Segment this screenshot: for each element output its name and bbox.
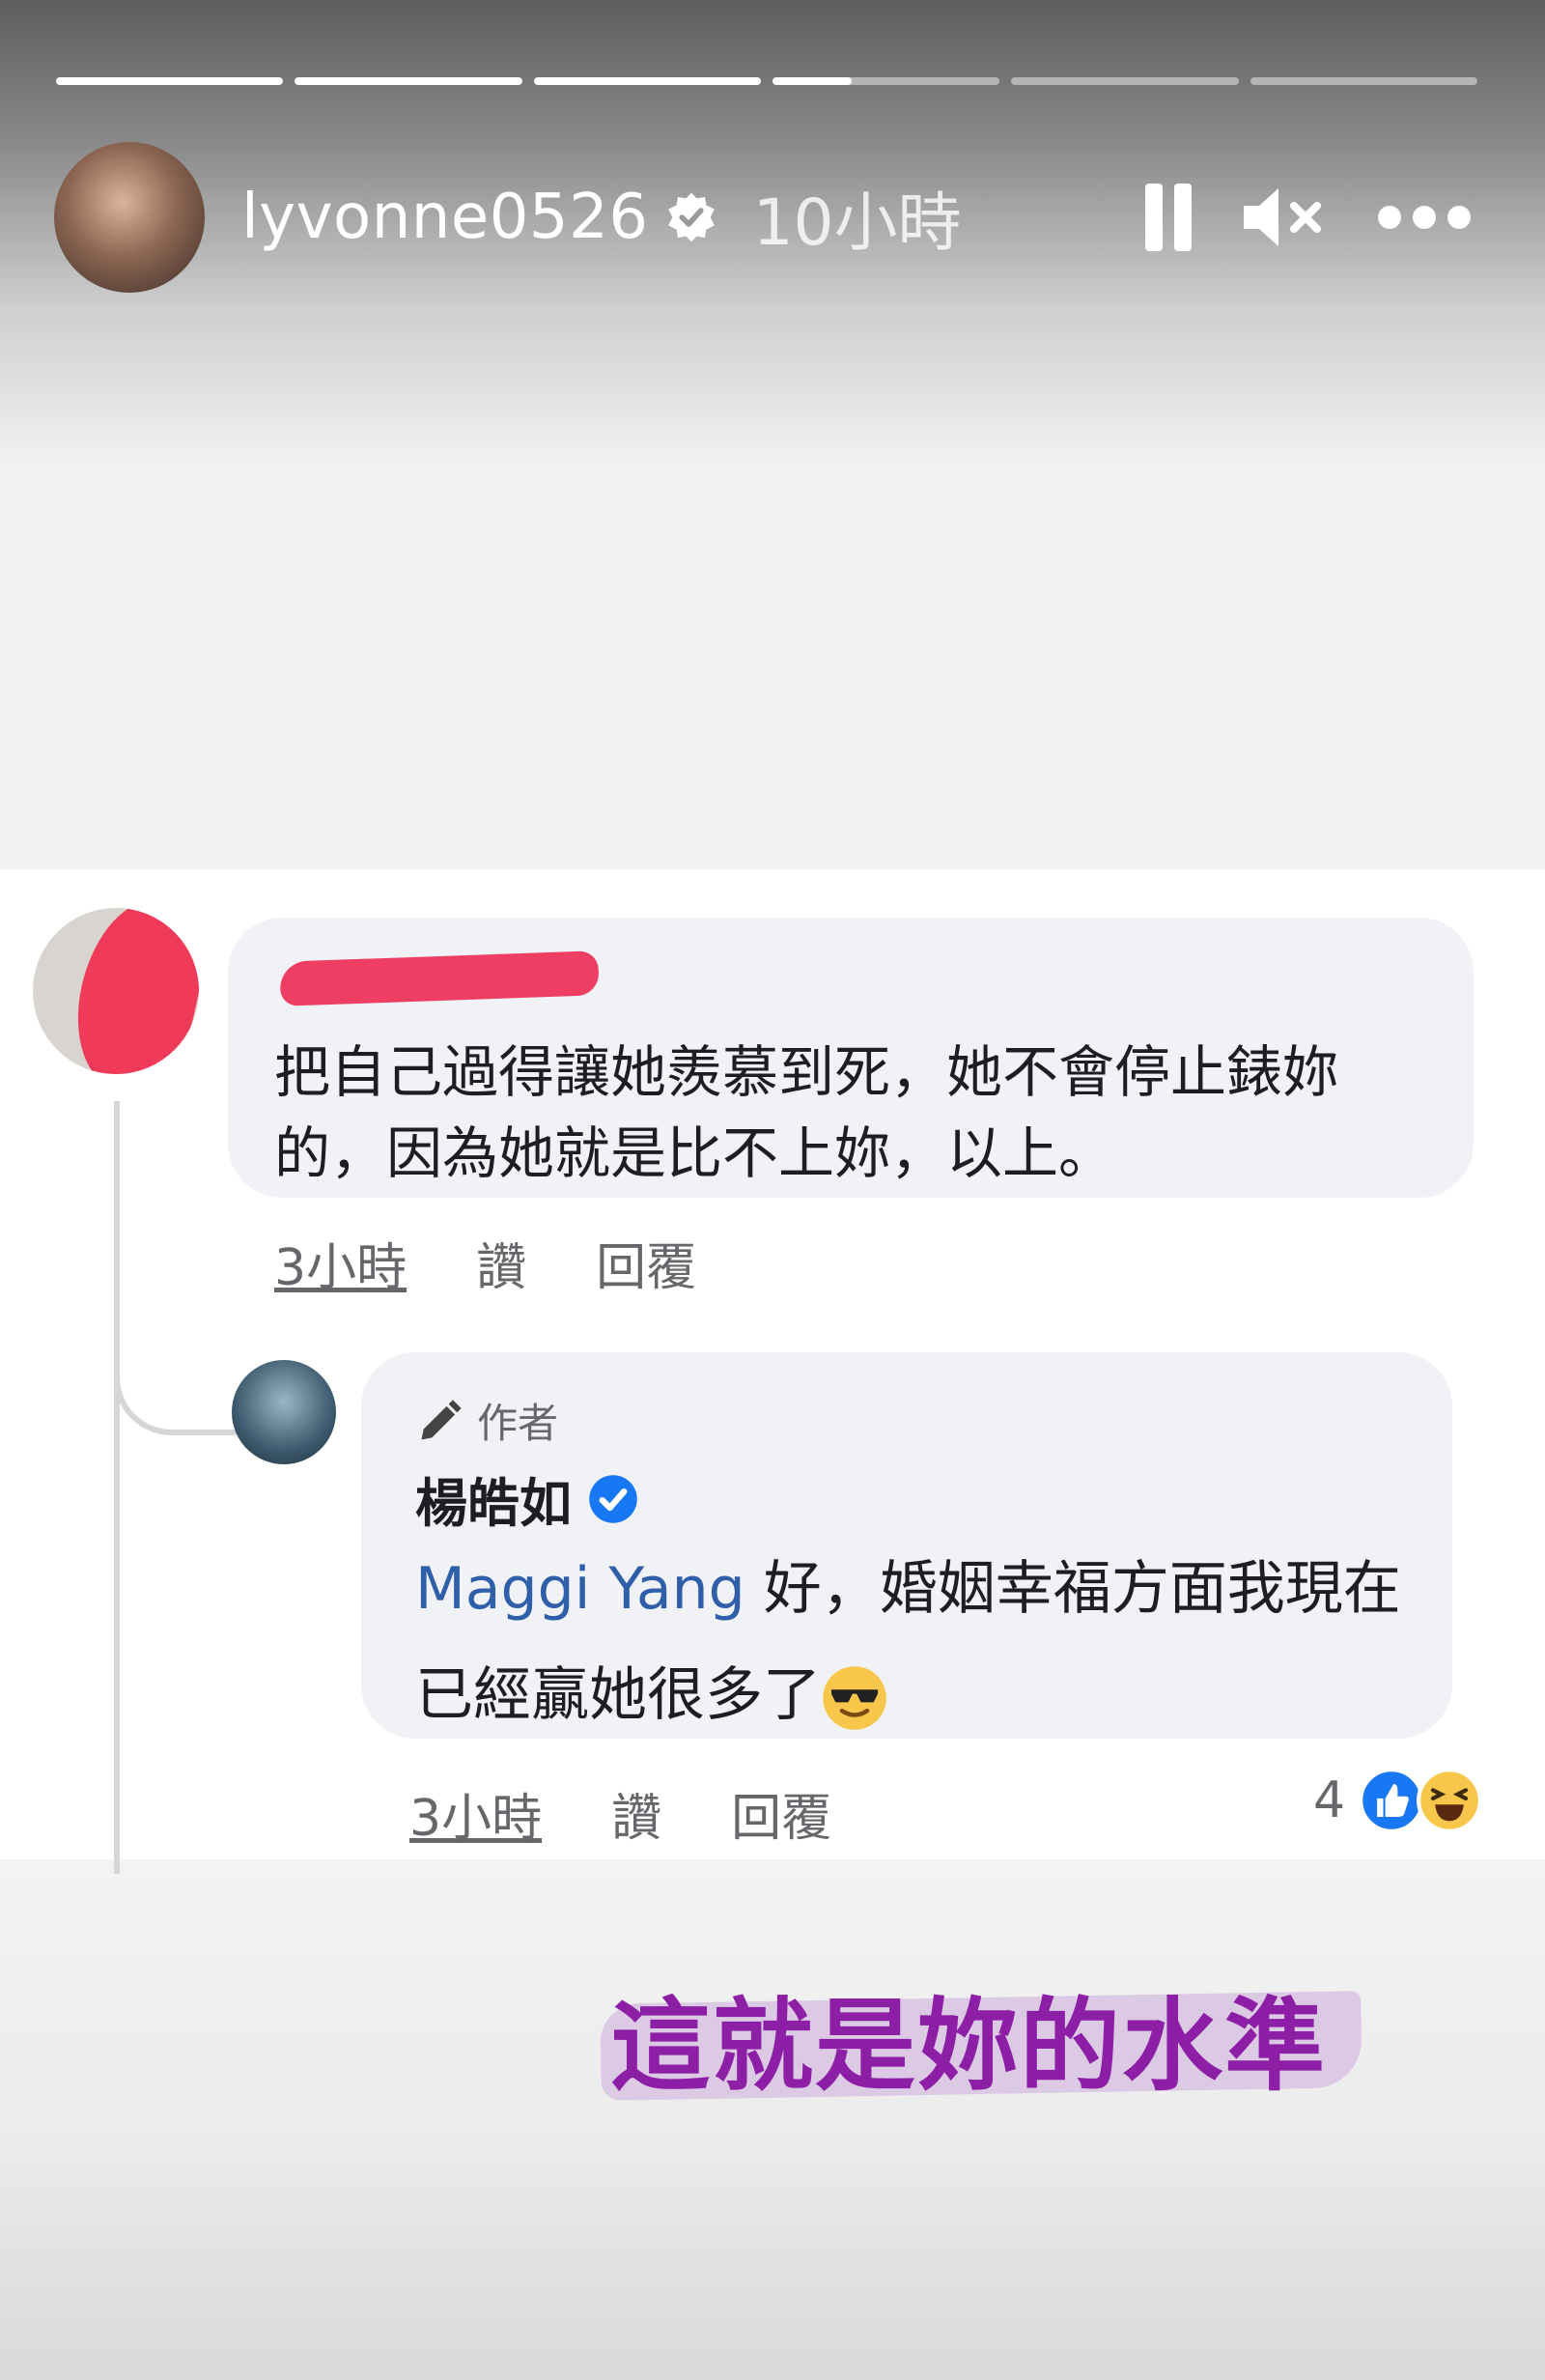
story-progress-segment xyxy=(295,77,522,85)
more-dots-icon xyxy=(1413,206,1436,229)
reply-button[interactable]: 回覆 xyxy=(731,1777,831,1850)
reply-text: Maggi Yang 好，婚姻幸福方面我現在已經贏她很多了 xyxy=(415,1536,1418,1748)
pencil-icon xyxy=(421,1399,462,1439)
story-progress-segment xyxy=(772,77,1000,85)
reaction-count: 4 xyxy=(1313,1771,1346,1829)
sunglasses-emoji-icon xyxy=(823,1666,886,1731)
comment-time[interactable]: 3小時 xyxy=(274,1227,407,1299)
more-options-button[interactable] xyxy=(1362,198,1487,237)
segment-fill xyxy=(56,77,284,85)
story-progress-segment xyxy=(533,77,761,85)
comment-screenshot: 把自己過得讓她羨慕到死，她不會停止錶妳的，因為她就是比不上妳，以上。 3小時 讚… xyxy=(0,869,1545,1874)
segment-fill xyxy=(533,77,761,85)
like-button[interactable]: 讚 xyxy=(476,1227,526,1299)
reply-button[interactable]: 回覆 xyxy=(596,1227,696,1299)
haha-reaction-icon xyxy=(1417,1768,1483,1833)
thread-connector xyxy=(114,1275,245,1435)
thread-line xyxy=(114,1101,120,1874)
like-reaction-icon xyxy=(1359,1768,1425,1833)
segment-fill xyxy=(772,77,853,85)
reply-time[interactable]: 3小時 xyxy=(409,1777,542,1850)
segment-fill xyxy=(295,77,522,85)
commenter-avatar-redacted xyxy=(33,908,199,1074)
profile-avatar[interactable] xyxy=(54,142,205,293)
author-name[interactable]: 楊皓如 xyxy=(415,1460,572,1537)
author-tag: 作者 xyxy=(415,1391,558,1450)
author-avatar xyxy=(232,1360,336,1464)
story-caption: 這就是妳的水準 xyxy=(600,1959,1362,2113)
story-progress-segment xyxy=(1011,77,1239,85)
reply-actions: 3小時 讚 回覆 xyxy=(409,1777,831,1850)
story-progress-segment xyxy=(56,77,284,85)
comment-text: 把自己過得讓她羨慕到死，她不會停止錶妳的，因為她就是比不上妳，以上。 xyxy=(274,1039,1339,1186)
speaker-muted-icon xyxy=(1244,188,1321,246)
caption-text: 這就是妳的水準 xyxy=(610,1986,1328,2105)
comment-bubble: 把自己過得讓她羨慕到死，她不會停止錶妳的，因為她就是比不上妳，以上。 xyxy=(228,918,1474,1198)
verified-badge-icon xyxy=(667,192,715,242)
story-header: lyvonne0526 10小時 xyxy=(54,142,1487,293)
reply-author: 楊皓如 xyxy=(415,1460,639,1537)
reaction-summary[interactable]: 4 xyxy=(1313,1768,1483,1833)
author-tag-label: 作者 xyxy=(477,1400,559,1447)
like-button[interactable]: 讚 xyxy=(611,1777,661,1850)
mention-link[interactable]: Maggi Yang xyxy=(415,1555,745,1623)
pause-button[interactable] xyxy=(1139,182,1197,253)
more-dots-icon xyxy=(1378,206,1401,229)
username[interactable]: lyvonne0526 xyxy=(241,182,649,253)
reply-bubble: 作者 楊皓如 Maggi Yang 好，婚姻幸福方面我現在已經贏她很多了 xyxy=(361,1352,1452,1739)
verified-check-icon xyxy=(589,1474,637,1523)
commenter-name-redacted xyxy=(279,950,600,1006)
pause-icon xyxy=(1174,184,1192,251)
story-progress-segment xyxy=(1250,77,1477,85)
mute-button[interactable] xyxy=(1236,179,1329,256)
pause-icon xyxy=(1145,184,1163,251)
post-time: 10小時 xyxy=(752,185,962,260)
comment-actions: 3小時 讚 回覆 xyxy=(274,1227,696,1299)
story-progress-bar xyxy=(56,77,1477,87)
redaction-mark xyxy=(62,908,199,1074)
more-dots-icon xyxy=(1447,206,1471,229)
